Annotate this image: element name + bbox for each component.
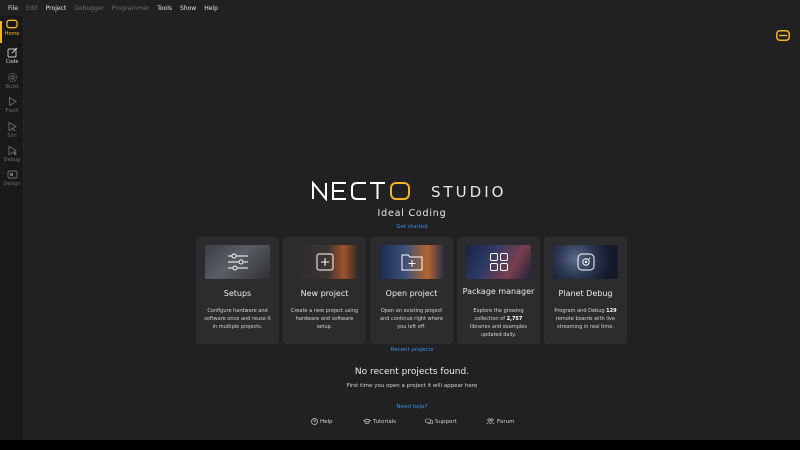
package-manager-card[interactable]: Package manager Explore the growing coll… [457,237,540,344]
card-title: New project [300,289,349,298]
graduation-cap-icon [363,418,371,424]
footer-link-label: Forum [497,418,515,425]
card-description: Configure hardware and software once and… [204,308,271,330]
planet-debug-card[interactable]: Planet Debug Program and Debug 129 remot… [544,237,627,344]
footer-link-label: Tutorials [373,418,397,425]
no-recent-projects-title: No recent projects found. [354,367,470,377]
card-description: Program and Debug 129 remote boards with… [551,307,620,331]
help-circle-icon [311,418,318,425]
sliders-icon [227,253,248,271]
planet-debug-icon [577,253,594,271]
tutorials-link[interactable]: Tutorials [363,418,396,425]
no-recent-projects-hint: First time you open a project it will ap… [346,383,478,389]
setups-card-image [205,245,270,279]
new-project-card[interactable]: New project Create a new project using h… [283,237,366,344]
card-description: Explore the growing collection of 2,757 … [464,307,533,339]
sidebar-item-label: Build [5,84,19,90]
logo-studio-text: STUDIO [431,183,506,201]
menu-project[interactable]: Project [42,5,71,12]
card-desc-text: Program and Debug [554,308,607,314]
menu-bar: File Edit Project Debugger Programmer To… [0,0,800,16]
bottom-strip [0,440,800,450]
edit-icon [6,46,18,58]
open-project-card-image [379,245,444,279]
open-folder-icon [401,254,422,271]
need-help-link[interactable]: Need help? [312,404,512,410]
board-count: 129 [606,308,617,314]
sim-icon [6,120,18,132]
recent-projects-link[interactable]: Recent projects [312,347,512,353]
gear-icon [6,71,18,83]
tagline: Ideal Coding [377,208,447,219]
card-title: Open project [385,289,438,298]
play-icon [6,95,18,107]
sidebar-item-label: Flash [5,108,19,114]
necto-brand-icon [776,30,790,41]
help-link[interactable]: Help [311,418,333,425]
sidebar-item-flash[interactable]: Flash [0,95,24,119]
necto-studio-logo: STUDIO [312,181,506,201]
menu-edit[interactable]: Edit [22,5,42,12]
card-desc-text: remote boards with live streaming in rea… [555,316,616,330]
debug-icon [6,144,18,156]
sidebar-item-build[interactable]: Build [0,71,24,95]
sidebar-item-label: Debug [3,157,21,163]
sidebar-item-design[interactable]: Design [0,168,24,192]
card-description: Create a new project using hardware and … [290,308,359,330]
get-started-link[interactable]: Get started [312,224,512,230]
card-title: Setups [223,289,252,298]
sidebar-item-code[interactable]: Code [0,46,24,70]
sidebar-item-label: Sim [7,133,17,139]
package-manager-card-image [466,245,531,279]
card-desc-text: libraries and examples updated daily. [470,324,527,338]
sidebar-item-sim[interactable]: Sim [0,120,24,144]
library-count: 2,757 [506,316,523,322]
support-link[interactable]: Support [425,418,457,425]
menu-debugger[interactable]: Debugger [70,5,108,12]
design-icon [6,168,18,180]
menu-programmer[interactable]: Programmer [108,5,153,12]
planet-debug-card-image [553,245,618,279]
users-icon [486,418,495,425]
card-title: Planet Debug [558,289,613,298]
menu-tools[interactable]: Tools [153,5,176,12]
sidebar-item-label: Home [4,31,20,37]
setups-card[interactable]: Setups Configure hardware and software o… [196,237,279,344]
new-project-card-image [292,245,357,279]
footer-link-label: Support [435,418,457,425]
sidebar: Home Code Build Flash Sim Debug Design [0,16,24,440]
sidebar-item-home[interactable]: Home [0,18,24,43]
footer-link-label: Help [320,418,333,425]
plus-box-icon [316,253,333,271]
sidebar-item-label: Code [5,59,19,65]
menu-file[interactable]: File [4,5,22,12]
active-indicator [0,21,2,43]
home-icon [6,18,18,30]
sidebar-item-debug[interactable]: Debug [0,144,24,168]
forum-link[interactable]: Forum [486,418,514,425]
sidebar-item-label: Design [3,181,21,187]
package-icon [489,253,508,271]
menu-show[interactable]: Show [176,5,200,12]
chat-icon [425,418,433,424]
card-description: Open an existing project and continue ri… [379,308,444,330]
card-title: Package manager [462,287,535,296]
menu-help[interactable]: Help [200,5,222,12]
open-project-card[interactable]: Open project Open an existing project an… [370,237,453,344]
